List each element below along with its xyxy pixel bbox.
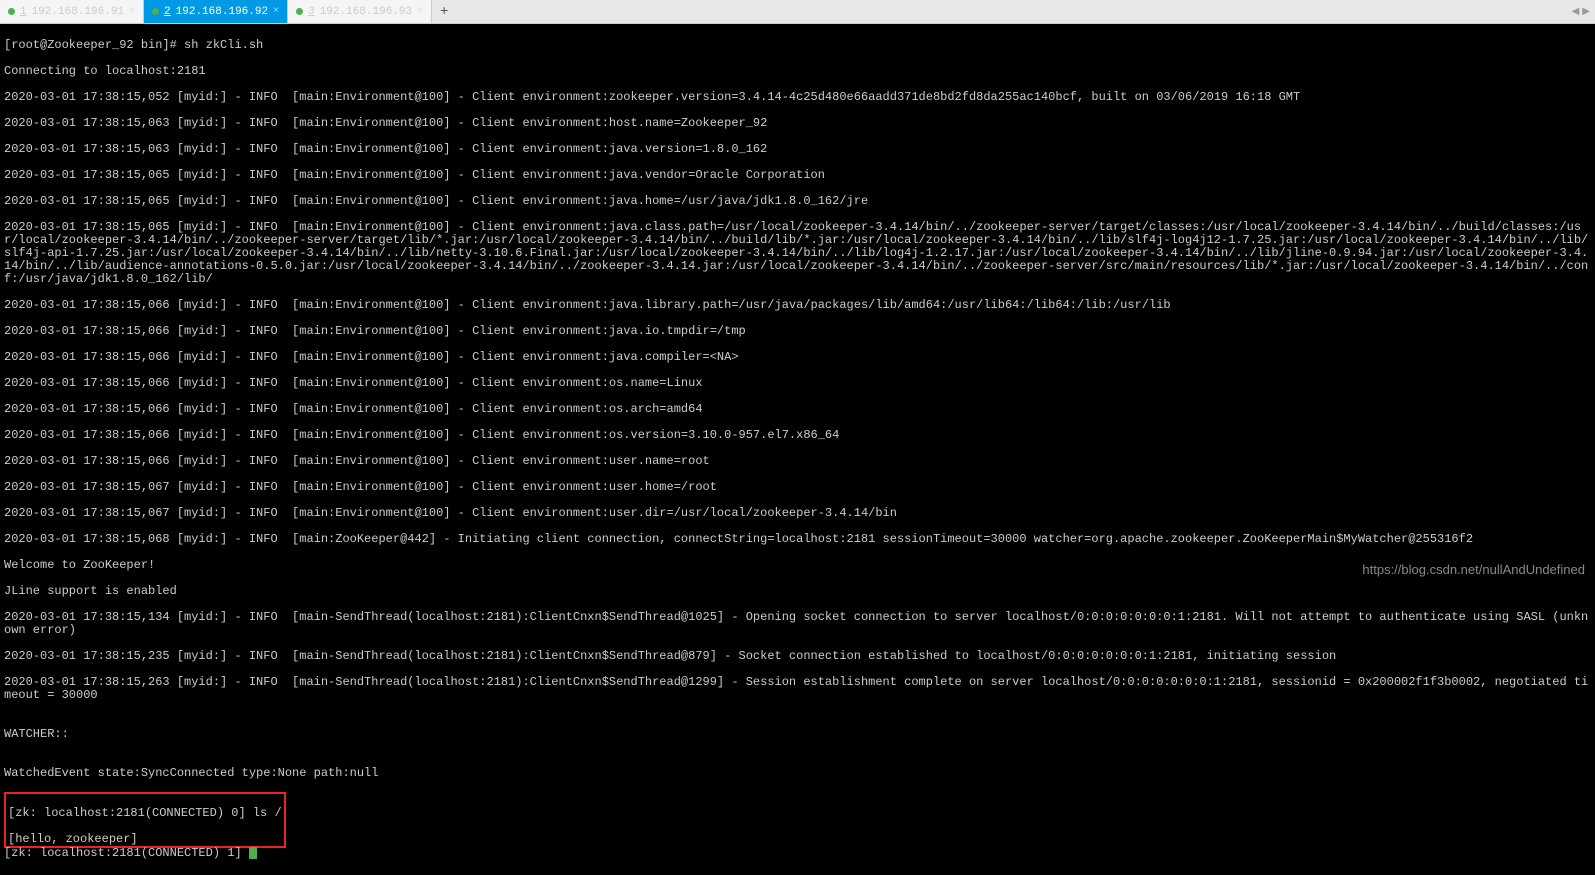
terminal-line: 2020-03-01 17:38:15,063 [myid:] - INFO […: [4, 143, 1591, 156]
terminal-line: Welcome to ZooKeeper!: [4, 559, 1591, 572]
tab-3[interactable]: 3 192.168.196.93 ×: [288, 0, 432, 23]
zk-command: [zk: localhost:2181(CONNECTED) 0] ls /: [8, 807, 282, 820]
cursor-icon: [249, 847, 257, 859]
terminal-line: 2020-03-01 17:38:15,065 [myid:] - INFO […: [4, 221, 1591, 286]
tab-spacer: [456, 0, 1566, 23]
terminal-line: 2020-03-01 17:38:15,134 [myid:] - INFO […: [4, 611, 1591, 637]
terminal-line: WATCHER::: [4, 728, 1591, 741]
close-icon[interactable]: ×: [273, 6, 279, 17]
terminal-line: 2020-03-01 17:38:15,066 [myid:] - INFO […: [4, 325, 1591, 338]
terminal-line: 2020-03-01 17:38:15,067 [myid:] - INFO […: [4, 507, 1591, 520]
tab-label: 192.168.196.93: [320, 6, 412, 18]
terminal-line: 2020-03-01 17:38:15,065 [myid:] - INFO […: [4, 169, 1591, 182]
terminal-line: 2020-03-01 17:38:15,066 [myid:] - INFO […: [4, 455, 1591, 468]
close-icon[interactable]: ×: [417, 6, 423, 17]
watermark: https://blog.csdn.net/nullAndUndefined: [1362, 562, 1585, 577]
terminal-line: [root@Zookeeper_92 bin]# sh zkCli.sh: [4, 39, 1591, 52]
terminal-line: 2020-03-01 17:38:15,065 [myid:] - INFO […: [4, 195, 1591, 208]
nav-arrows: ◀ ▶: [1567, 0, 1595, 23]
terminal-line: 2020-03-01 17:38:15,263 [myid:] - INFO […: [4, 676, 1591, 702]
arrow-right-icon[interactable]: ▶: [1582, 6, 1590, 18]
zk-prompt: [zk: localhost:2181(CONNECTED) 1]: [4, 847, 1591, 860]
status-dot-icon: [296, 8, 303, 15]
terminal-line: Connecting to localhost:2181: [4, 65, 1591, 78]
add-tab-button[interactable]: +: [432, 0, 456, 23]
terminal-line: 2020-03-01 17:38:15,066 [myid:] - INFO […: [4, 429, 1591, 442]
tab-2[interactable]: 2 192.168.196.92 ×: [144, 0, 288, 23]
terminal-line: 2020-03-01 17:38:15,063 [myid:] - INFO […: [4, 117, 1591, 130]
zk-result: [hello, zookeeper]: [8, 833, 282, 846]
terminal-line: 2020-03-01 17:38:15,066 [myid:] - INFO […: [4, 299, 1591, 312]
terminal-line: JLine support is enabled: [4, 585, 1591, 598]
terminal-line: WatchedEvent state:SyncConnected type:No…: [4, 767, 1591, 780]
tab-label: 192.168.196.91: [32, 6, 124, 18]
tab-index: 2: [164, 6, 171, 18]
arrow-left-icon[interactable]: ◀: [1572, 6, 1580, 18]
terminal-output[interactable]: [root@Zookeeper_92 bin]# sh zkCli.sh Con…: [0, 24, 1595, 875]
tab-1[interactable]: 1 192.168.196.91 ×: [0, 0, 144, 23]
terminal-line: 2020-03-01 17:38:15,066 [myid:] - INFO […: [4, 403, 1591, 416]
status-dot-icon: [152, 8, 159, 15]
terminal-line: 2020-03-01 17:38:15,067 [myid:] - INFO […: [4, 481, 1591, 494]
tab-index: 3: [308, 6, 315, 18]
tab-index: 1: [20, 6, 27, 18]
close-icon[interactable]: ×: [129, 6, 135, 17]
status-dot-icon: [8, 8, 15, 15]
terminal-line: 2020-03-01 17:38:15,235 [myid:] - INFO […: [4, 650, 1591, 663]
terminal-line: 2020-03-01 17:38:15,052 [myid:] - INFO […: [4, 91, 1591, 104]
tab-label: 192.168.196.92: [176, 6, 268, 18]
tab-bar: 1 192.168.196.91 × 2 192.168.196.92 × 3 …: [0, 0, 1595, 24]
zk-prompt-text: [zk: localhost:2181(CONNECTED) 1]: [4, 846, 249, 860]
terminal-line: 2020-03-01 17:38:15,066 [myid:] - INFO […: [4, 377, 1591, 390]
terminal-line: 2020-03-01 17:38:15,066 [myid:] - INFO […: [4, 351, 1591, 364]
highlighted-command-box: [zk: localhost:2181(CONNECTED) 0] ls / […: [4, 792, 286, 848]
terminal-line: 2020-03-01 17:38:15,068 [myid:] - INFO […: [4, 533, 1591, 546]
